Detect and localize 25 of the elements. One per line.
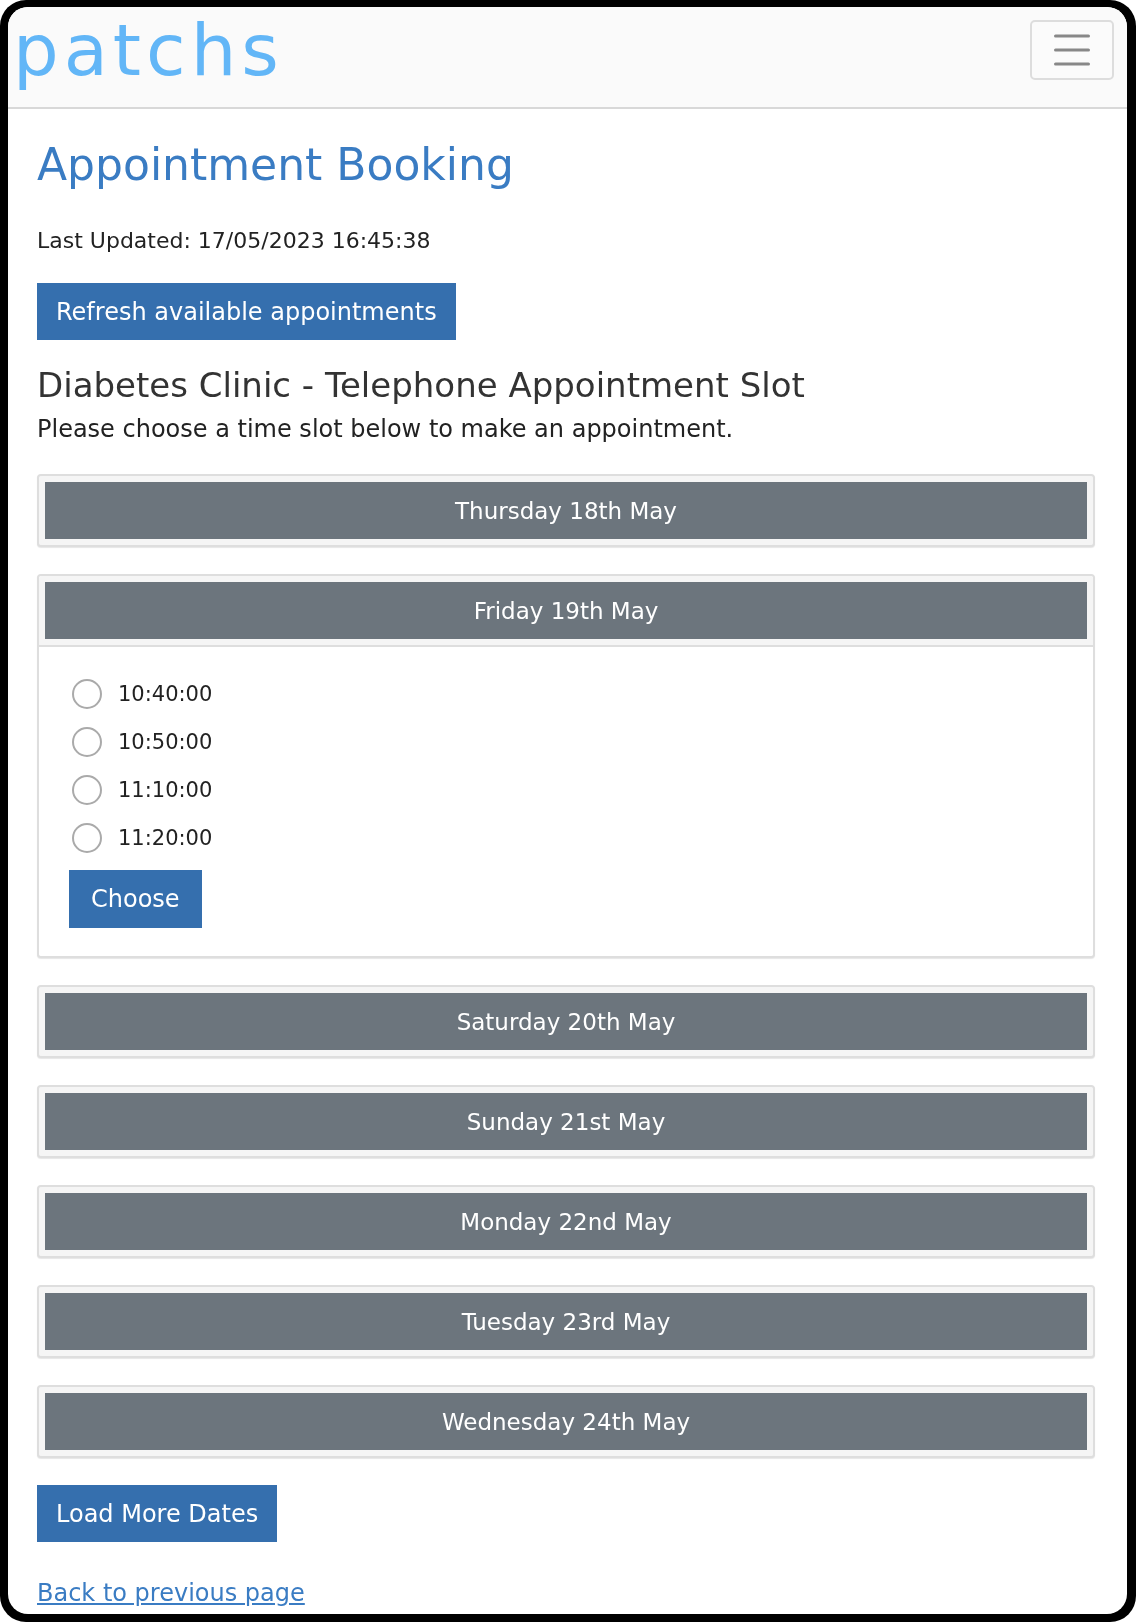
day-header-button[interactable]: Sunday 21st May bbox=[45, 1093, 1087, 1150]
refresh-button[interactable]: Refresh available appointments bbox=[37, 283, 456, 340]
menu-icon bbox=[1054, 34, 1090, 66]
clinic-heading: Diabetes Clinic - Telephone Appointment Slot bbox=[37, 365, 806, 405]
time-slot-label[interactable]: 11:10:00 bbox=[118, 775, 213, 805]
time-slot-label[interactable]: 11:20:00 bbox=[118, 823, 213, 853]
back-link[interactable]: Back to previous page bbox=[37, 1577, 305, 1610]
day-header-button[interactable]: Thursday 18th May bbox=[45, 482, 1087, 539]
choose-button[interactable]: Choose bbox=[69, 870, 202, 928]
radio-button[interactable] bbox=[72, 727, 102, 757]
instruction-text: Please choose a time slot below to make an appointment. bbox=[37, 414, 735, 445]
time-slot-label[interactable]: 10:50:00 bbox=[118, 727, 213, 757]
day-header-button[interactable]: Friday 19th May bbox=[45, 582, 1087, 639]
day-header-button[interactable]: Wednesday 24th May bbox=[45, 1393, 1087, 1450]
load-more-button[interactable]: Load More Dates bbox=[37, 1485, 278, 1542]
time-slot-label[interactable]: 10:40:00 bbox=[118, 679, 213, 709]
day-header-button[interactable]: Monday 22nd May bbox=[45, 1193, 1087, 1250]
radio-button[interactable] bbox=[72, 823, 102, 853]
day-header-button[interactable]: Saturday 20th May bbox=[45, 993, 1087, 1050]
last-updated-text: Last Updated: 17/05/2023 16:45:38 bbox=[37, 227, 432, 255]
page-title: Appointment Booking bbox=[37, 138, 515, 191]
day-header-button[interactable]: Tuesday 23rd May bbox=[45, 1293, 1087, 1350]
radio-button[interactable] bbox=[72, 679, 102, 709]
radio-button[interactable] bbox=[72, 775, 102, 805]
menu-button[interactable] bbox=[1030, 20, 1114, 80]
